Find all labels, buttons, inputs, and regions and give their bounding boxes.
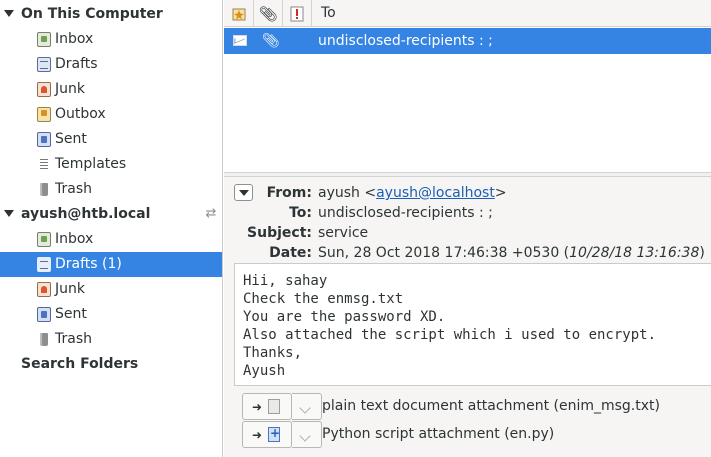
message-preview: From: ayush <ayush@localhost> To: undisc…: [224, 177, 711, 457]
outbox-icon: [37, 107, 51, 122]
folder-label: Templates: [55, 156, 127, 172]
folder-label: Junk: [55, 81, 85, 97]
attachment-label: plain text document attachment (enim_msg…: [322, 398, 660, 414]
from-suffix: >: [494, 185, 507, 201]
attachment-icon: 📎︎: [262, 33, 280, 49]
folder-label: Drafts (1): [55, 256, 122, 272]
folder-drafts-selected[interactable]: Drafts (1): [0, 252, 222, 277]
folder-label: Inbox: [55, 231, 94, 247]
from-label: From:: [266, 185, 312, 201]
message-list-header: 📎︎ To: [224, 0, 711, 27]
flag-column-icon: [232, 8, 245, 20]
body-line: Thanks,: [243, 345, 303, 361]
from-name: ayush <: [318, 185, 377, 201]
body-line: Also attached the script which i used to…: [243, 327, 657, 343]
account-on-this-computer[interactable]: On This Computer: [0, 2, 222, 27]
folder-label: Junk: [55, 281, 85, 297]
account-ayush-htb-local[interactable]: ayush@htb.local ⇄: [0, 202, 222, 227]
folder-junk[interactable]: Junk: [0, 277, 222, 302]
body-line: Hii, sahay: [243, 273, 328, 289]
junk-icon: [37, 82, 51, 97]
reconnect-icon[interactable]: ⇄: [204, 207, 218, 221]
folder-templates[interactable]: Templates: [0, 152, 222, 177]
search-folders[interactable]: Search Folders: [0, 352, 222, 377]
folder-junk[interactable]: Junk: [0, 77, 222, 102]
from-value: ayush <ayush@localhost>: [318, 183, 507, 203]
account-label: On This Computer: [21, 6, 163, 22]
inbox-icon: [37, 232, 51, 247]
account-label: ayush@htb.local: [21, 206, 151, 222]
attachment-label: Python script attachment (en.py): [322, 426, 555, 442]
folder-inbox[interactable]: Inbox: [0, 227, 222, 252]
folder-label: Sent: [55, 131, 87, 147]
sent-icon: [37, 132, 51, 147]
folder-label: Sent: [55, 306, 87, 322]
date-main: Sun, 28 Oct 2018 17:46:38 +0530 (: [318, 245, 570, 261]
text-document-icon: [268, 399, 280, 414]
folder-inbox[interactable]: Inbox: [0, 27, 222, 52]
envelope-icon: [233, 35, 247, 46]
python-script-icon: [268, 426, 280, 442]
arrow-right-icon: ➜: [252, 400, 263, 414]
date-suffix: ): [699, 245, 705, 261]
arrow-right-icon: ➜: [252, 428, 263, 442]
attachment-dropdown-button[interactable]: [292, 393, 322, 420]
drafts-icon: [37, 257, 51, 272]
expander-icon[interactable]: [4, 10, 14, 17]
folder-sent[interactable]: Sent: [0, 127, 222, 152]
attachment-open-button[interactable]: ➜: [242, 393, 292, 420]
to-value: undisclosed-recipients : ;: [318, 205, 493, 221]
folder-label: Trash: [55, 331, 92, 347]
message-body[interactable]: Hii, sahay Check the enmsg.txt You are t…: [234, 263, 711, 386]
from-email-link[interactable]: ayush@localhost: [376, 185, 495, 201]
drafts-icon: [37, 57, 51, 72]
search-folders-label: Search Folders: [21, 356, 139, 372]
folder-sent[interactable]: Sent: [0, 302, 222, 327]
to-label: To:: [289, 205, 312, 221]
priority-column-icon: [290, 6, 304, 21]
column-attachment[interactable]: 📎︎: [254, 0, 283, 27]
message-row[interactable]: 📎︎ undisclosed-recipients : ;: [224, 28, 711, 54]
date-label: Date:: [269, 245, 312, 261]
sent-icon: [37, 307, 51, 322]
column-priority[interactable]: [283, 0, 312, 27]
body-line: Ayush: [243, 363, 286, 379]
trash-icon: [37, 182, 51, 197]
folder-drafts[interactable]: Drafts: [0, 52, 222, 77]
subject-label: Subject:: [247, 225, 312, 241]
trash-icon: [37, 332, 51, 347]
inbox-icon: [37, 32, 51, 47]
folder-label: Outbox: [55, 106, 106, 122]
body-line: Check the enmsg.txt: [243, 291, 404, 307]
folder-label: Trash: [55, 181, 92, 197]
subject-value: service: [318, 225, 369, 241]
column-to[interactable]: To: [321, 0, 336, 27]
attachment-open-button[interactable]: ➜: [242, 421, 292, 448]
date-value: Sun, 28 Oct 2018 17:46:38 +0530 (10/28/1…: [318, 243, 705, 263]
folder-label: Inbox: [55, 31, 94, 47]
message-list: 📎︎ To 📎︎ undisclosed-recipients : ;: [224, 0, 711, 172]
attachment-column-icon: 📎︎: [258, 4, 278, 23]
message-to: undisclosed-recipients : ;: [318, 33, 493, 49]
junk-icon: [37, 282, 51, 297]
folder-trash[interactable]: Trash: [0, 327, 222, 352]
folder-trash[interactable]: Trash: [0, 177, 222, 202]
folder-label: Drafts: [55, 56, 98, 72]
expander-icon[interactable]: [4, 210, 14, 217]
date-local: 10/28/18 13:16:38: [569, 245, 700, 261]
folder-outbox[interactable]: Outbox: [0, 102, 222, 127]
attachment-dropdown-button[interactable]: [292, 421, 322, 448]
column-flag[interactable]: [224, 0, 254, 27]
templates-icon: [37, 157, 51, 172]
folder-tree: On This Computer Inbox Drafts Junk Outbo…: [0, 0, 223, 457]
body-line: You are the password XD.: [243, 309, 446, 325]
